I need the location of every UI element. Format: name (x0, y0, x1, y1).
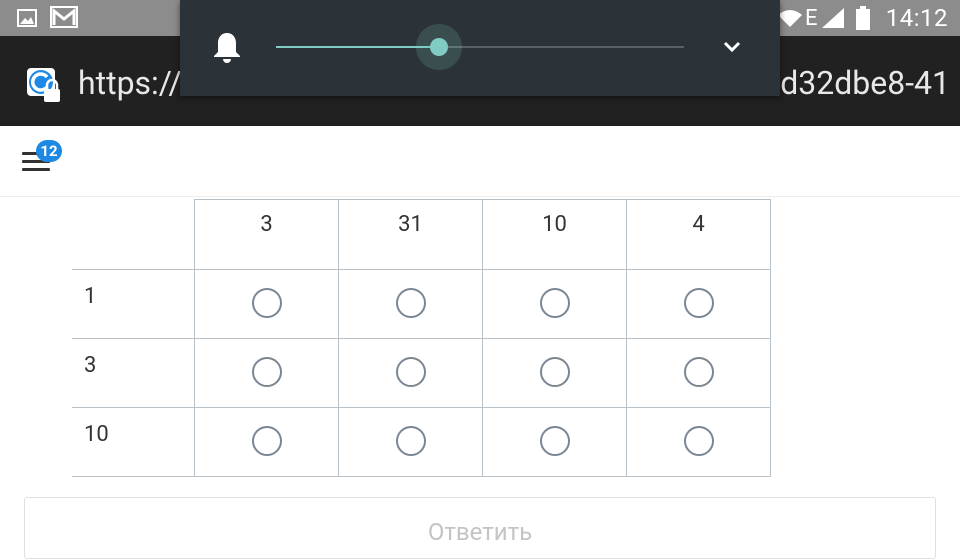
grid-cell (194, 337, 339, 408)
radio-button[interactable] (395, 425, 426, 456)
volume-slider[interactable] (276, 24, 684, 70)
column-header: 3 (194, 199, 339, 270)
wifi-icon (778, 10, 802, 27)
grid-cell (626, 337, 771, 408)
volume-panel (180, 0, 780, 96)
grid-cell (482, 406, 627, 477)
row-header: 1 (72, 268, 195, 339)
column-header: 31 (338, 199, 483, 270)
submit-button[interactable]: Ответить (24, 497, 936, 559)
grid-cell (338, 268, 483, 339)
volume-slider-fill (276, 46, 440, 48)
grid-cell (194, 406, 339, 477)
radio-button[interactable] (539, 425, 570, 456)
gmail-icon (50, 6, 78, 28)
grid-cell (626, 406, 771, 477)
clock: 14:12 (885, 4, 948, 32)
grid-header-row: 3 31 10 4 (72, 199, 771, 270)
row-header: 10 (72, 406, 195, 477)
grid-cell (338, 406, 483, 477)
grid-row: 1 (72, 268, 771, 339)
image-icon (17, 9, 37, 27)
grid-cell (482, 268, 627, 339)
radio-button[interactable] (251, 356, 282, 387)
radio-button[interactable] (683, 287, 714, 318)
url-start: https:// (78, 64, 182, 102)
grid-corner (72, 200, 195, 270)
radio-button[interactable] (683, 356, 714, 387)
grid-cell (482, 337, 627, 408)
grid-row: 3 (72, 337, 771, 408)
radio-button[interactable] (251, 287, 282, 318)
battery-icon (856, 6, 870, 30)
chevron-down-icon[interactable] (722, 40, 742, 54)
radio-button[interactable] (539, 287, 570, 318)
grid-row: 10 (72, 406, 771, 477)
bell-icon (214, 33, 240, 63)
page-header: 12 (0, 126, 960, 197)
radio-button[interactable] (395, 287, 426, 318)
radio-button[interactable] (251, 425, 282, 456)
grid-cell (338, 337, 483, 408)
notification-badge: 12 (36, 140, 62, 162)
row-header: 3 (72, 337, 195, 408)
matrix-question-grid: 3 31 10 4 1 3 10 (72, 199, 771, 477)
volume-slider-thumb[interactable] (430, 38, 449, 56)
column-header: 4 (626, 199, 771, 270)
column-header: 10 (482, 199, 627, 270)
grid-cell (194, 268, 339, 339)
radio-button[interactable] (395, 356, 426, 387)
grid-cell (626, 268, 771, 339)
secure-site-icon (27, 68, 60, 102)
signal-icon (822, 8, 844, 28)
network-type: E (805, 6, 818, 31)
url-end: d32dbe8-41 (780, 64, 950, 102)
radio-button[interactable] (683, 425, 714, 456)
submit-button-label: Ответить (427, 518, 533, 546)
radio-button[interactable] (539, 356, 570, 387)
